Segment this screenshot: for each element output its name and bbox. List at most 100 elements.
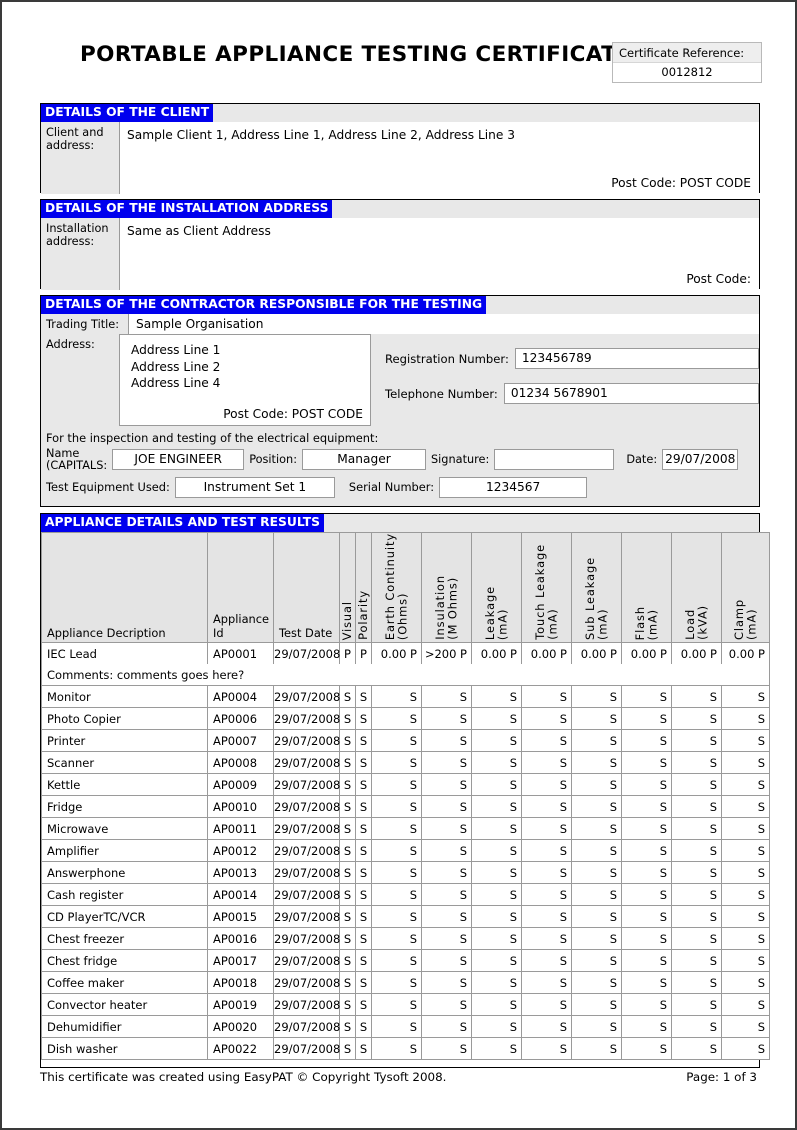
cell-insulation: S (421, 883, 472, 907)
cell-appliance-description: Scanner (41, 751, 208, 775)
trading-title-row: Trading Title: Sample Organisation (41, 314, 759, 334)
cell-insulation: S (421, 773, 472, 797)
cell-load: S (671, 751, 722, 775)
serial-number-value[interactable]: 1234567 (439, 476, 588, 498)
telephone-number-value[interactable]: 01234 5678901 (503, 383, 759, 404)
cell-test-date: 29/07/2008 (273, 839, 340, 863)
registration-number-value[interactable]: 123456789 (514, 348, 759, 369)
table-row[interactable]: Kettle AP0009 29/07/2008 S S S S S S S S S S (41, 773, 770, 797)
cell-appliance-description: Kettle (41, 773, 208, 797)
cell-touch-leakage: S (521, 773, 572, 797)
cell-insulation: S (421, 707, 472, 731)
cell-flash: S (621, 993, 672, 1017)
cell-touch-leakage: S (521, 707, 572, 731)
cell-sub-leakage: S (571, 707, 622, 731)
cell-earth-continuity: S (371, 773, 422, 797)
position-value[interactable]: Manager (302, 449, 426, 471)
table-row[interactable]: Photo Copier AP0006 29/07/2008 S S S S S S S S S S (41, 707, 770, 731)
cell-test-date: 29/07/2008 (273, 642, 340, 665)
cell-earth-continuity: S (371, 1037, 422, 1061)
cell-appliance-id: AP0014 (207, 883, 274, 907)
column-header-earth-continuity[interactable]: Earth Continuity (Ohms) (371, 531, 422, 644)
table-row[interactable]: Amplifier AP0012 29/07/2008 S S S S S S S S S S (41, 839, 770, 863)
table-row[interactable]: Dish washer AP0022 29/07/2008 S S S S S S S S S S (41, 1037, 770, 1061)
cell-polarity: S (355, 971, 372, 995)
table-row[interactable]: Coffee maker AP0018 29/07/2008 S S S S S S S S S S (41, 971, 770, 995)
cell-flash: S (621, 817, 672, 841)
installation-address-value: Same as Client Address (127, 224, 271, 238)
table-row[interactable]: Convector heater AP0019 29/07/2008 S S S S S S S S… (41, 993, 770, 1017)
cell-leakage: S (471, 1037, 522, 1061)
cell-touch-leakage: S (521, 949, 572, 973)
signature-value[interactable] (494, 449, 615, 471)
client-address-body[interactable]: Sample Client 1, Address Line 1, Address… (119, 122, 759, 194)
cell-flash: S (621, 883, 672, 907)
cell-clamp: S (721, 751, 770, 775)
telephone-number-label: Telephone Number: (385, 386, 498, 401)
cell-leakage: S (471, 729, 522, 753)
cell-earth-continuity: S (371, 685, 422, 709)
cell-clamp: 0.00 P (721, 642, 770, 665)
cell-leakage: S (471, 685, 522, 709)
cell-insulation: S (421, 861, 472, 885)
column-header-test-date[interactable]: Test Date (273, 531, 340, 644)
cell-appliance-id: AP0013 (207, 861, 274, 885)
test-equipment-value[interactable]: Instrument Set 1 (174, 476, 335, 498)
cell-visual: S (339, 839, 356, 863)
cell-load: S (671, 971, 722, 995)
column-header-sub-leakage[interactable]: Sub Leakage (mA) (571, 531, 622, 644)
column-header-leakage[interactable]: Leakage (mA) (471, 531, 522, 644)
name-value[interactable]: JOE ENGINEER (112, 449, 245, 471)
installation-section: DETAILS OF THE INSTALLATION ADDRESS Inst… (40, 199, 760, 290)
results-section: APPLIANCE DETAILS AND TEST RESULTS Appli… (40, 513, 770, 1068)
name-label: Name (CAPITALS: (41, 448, 112, 472)
cell-polarity: S (355, 773, 372, 797)
table-row[interactable]: IEC Lead AP0001 29/07/2008 P P 0.00 P >200 P 0.… (41, 642, 770, 665)
date-value[interactable]: 29/07/2008 (662, 449, 739, 471)
telephone-number-row: Telephone Number: 01234 5678901 (385, 383, 759, 404)
table-row[interactable]: CD PlayerTC/VCR AP0015 29/07/2008 S S S S S S S S S… (41, 905, 770, 929)
contractor-address-box[interactable]: Address Line 1 Address Line 2 Address Li… (119, 334, 371, 426)
certificate-reference-value[interactable]: 0012812 (613, 62, 761, 82)
column-header-polarity[interactable]: Polarity (355, 531, 372, 644)
column-header-visual[interactable]: Visual (339, 531, 356, 644)
cell-test-date: 29/07/2008 (273, 905, 340, 929)
table-row[interactable]: Scanner AP0008 29/07/2008 S S S S S S S S S S (41, 751, 770, 775)
cell-load: S (671, 795, 722, 819)
table-row[interactable]: Microwave AP0011 29/07/2008 S S S S S S S S S S (41, 817, 770, 841)
column-header-appliance-id[interactable]: Appliance Id (207, 531, 274, 644)
installation-address-body[interactable]: Same as Client Address Post Code: (119, 218, 759, 290)
table-row[interactable]: Monitor AP0004 29/07/2008 S S S S S S S S S S (41, 685, 770, 709)
cell-appliance-id: AP0010 (207, 795, 274, 819)
column-header-appliance-description[interactable]: Appliance Decription (41, 531, 208, 644)
cell-test-date: 29/07/2008 (273, 685, 340, 709)
table-row[interactable]: Cash register AP0014 29/07/2008 S S S S S S S S S S (41, 883, 770, 907)
column-header-touch-leakage[interactable]: Touch Leakage (mA) (521, 531, 572, 644)
column-header-flash[interactable]: Flash (mA) (621, 531, 672, 644)
column-header-insulation[interactable]: Insulation (M Ohms) (421, 531, 472, 644)
table-row[interactable]: Answerphone AP0013 29/07/2008 S S S S S S S S S S (41, 861, 770, 885)
cell-load: S (671, 773, 722, 797)
cell-visual: S (339, 861, 356, 885)
contractor-section-heading: DETAILS OF THE CONTRACTOR RESPONSIBLE FO… (41, 296, 487, 314)
trading-title-value[interactable]: Sample Organisation (128, 314, 759, 334)
table-row[interactable]: Chest fridge AP0017 29/07/2008 S S S S S S S S S S (41, 949, 770, 973)
column-header-earth-continuity-label: Earth Continuity (Ohms) (383, 533, 410, 641)
cell-test-date: 29/07/2008 (273, 993, 340, 1017)
table-row[interactable]: Printer AP0007 29/07/2008 S S S S S S S S S S (41, 729, 770, 753)
cell-test-date: 29/07/2008 (273, 1015, 340, 1039)
cell-sub-leakage: S (571, 1037, 622, 1061)
cell-earth-continuity: 0.00 P (371, 642, 422, 665)
cell-load: S (671, 927, 722, 951)
client-section: DETAILS OF THE CLIENT Client and address… (40, 103, 760, 194)
cell-clamp: S (721, 729, 770, 753)
column-header-clamp[interactable]: Clamp (mA) (721, 531, 770, 644)
table-row[interactable]: Dehumidifier AP0020 29/07/2008 S S S S S S S S S S (41, 1015, 770, 1039)
cell-load: S (671, 993, 722, 1017)
cell-visual: S (339, 1015, 356, 1039)
cell-visual: P (339, 642, 356, 665)
column-header-load[interactable]: Load (kVA) (671, 531, 722, 644)
table-row[interactable]: Chest freezer AP0016 29/07/2008 S S S S S S S S S S (41, 927, 770, 951)
table-row[interactable]: Fridge AP0010 29/07/2008 S S S S S S S S S S (41, 795, 770, 819)
contractor-postcode: Post Code: POST CODE (223, 407, 363, 421)
